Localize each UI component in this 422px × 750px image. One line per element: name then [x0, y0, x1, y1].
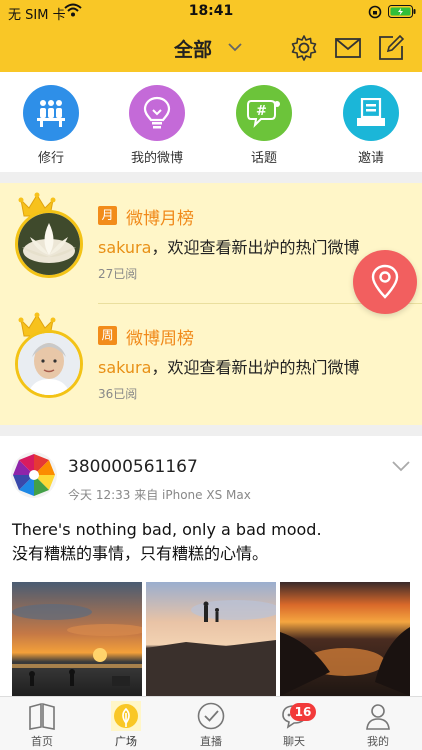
ranking-message: sakura，欢迎查看新出炉的热门微博 [98, 234, 359, 258]
quick-action-my-weibo[interactable]: 我的微博 [115, 85, 199, 166]
people-group-icon [23, 85, 79, 141]
tab-me[interactable]: 我的 [348, 701, 408, 749]
ranking-message-text: ，欢迎查看新出炉的热门微博 [151, 238, 360, 257]
book-icon [29, 702, 55, 730]
svg-text:#: # [256, 104, 267, 119]
weekly-ranking-item[interactable]: 周 微博周榜 sakura，欢迎查看新出炉的热门微博 36已阅 [0, 304, 422, 424]
quick-action-label: 话题 [250, 151, 277, 166]
post-text: There's nothing bad, only a bad mood. 没有… [12, 518, 322, 566]
chevron-down-icon[interactable] [228, 42, 242, 52]
tab-live[interactable]: 直播 [181, 701, 241, 749]
lotus-avatar [15, 210, 83, 278]
post-image[interactable] [12, 582, 142, 696]
ranking-username: sakura [98, 358, 152, 377]
tab-label: 首页 [31, 735, 53, 748]
tab-chat[interactable]: 16 聊天 [264, 701, 324, 749]
post-username[interactable]: 380000561167 [68, 457, 198, 477]
quick-action-label: 修行 [37, 151, 64, 166]
tab-home[interactable]: 首页 [12, 701, 72, 749]
quick-action-label: 我的微博 [130, 151, 183, 166]
battery-icon [388, 5, 416, 18]
month-tag-badge: 月 [98, 206, 117, 225]
ranking-message: sakura，欢迎查看新出炉的热门微博 [98, 354, 359, 378]
quick-action-invite[interactable]: 邀请 [329, 85, 413, 166]
quick-action-label: 邀请 [357, 151, 384, 166]
user-photo-avatar [15, 330, 83, 398]
plaza-leaf-icon [111, 701, 141, 731]
post-meta: 今天 12:33 来自 iPhone XS Max [68, 488, 251, 502]
tab-label: 直播 [200, 735, 222, 748]
mail-envelope-icon[interactable] [334, 34, 362, 62]
unread-badge: 16 [290, 703, 316, 721]
monthly-ranking-title: 微博月榜 [126, 209, 194, 229]
person-icon [366, 704, 390, 730]
lightbulb-icon [129, 85, 185, 141]
read-count: 36已阅 [98, 387, 138, 401]
ranking-section: 月 微博月榜 sakura，欢迎查看新出炉的热门微博 27已阅 周 微博周榜 s… [0, 183, 422, 425]
color-wheel-avatar[interactable] [11, 452, 57, 498]
post-image[interactable] [146, 582, 276, 696]
tab-label: 广场 [115, 735, 137, 748]
tab-label: 聊天 [283, 735, 305, 748]
quick-action-topics[interactable]: # 话题 [222, 85, 306, 166]
compose-edit-icon[interactable] [377, 34, 405, 62]
orientation-lock-icon [368, 5, 382, 19]
clock-time: 18:41 [188, 3, 234, 19]
ranking-message-text: ，欢迎查看新出炉的热门微博 [151, 358, 360, 377]
quick-actions: 修行 我的微博 # 话题 邀请 [0, 72, 422, 172]
post-card[interactable]: 380000561167 今天 12:33 来自 iPhone XS Max T… [0, 436, 422, 696]
hashtag-chat-icon: # [236, 85, 292, 141]
ranking-username: sakura [98, 238, 152, 257]
week-tag-badge: 周 [98, 326, 117, 345]
status-bar: 无 SIM 卡 18:41 [0, 0, 422, 24]
bottom-tab-bar: 首页 广场 直播 16 聊天 我的 [0, 696, 422, 750]
location-floating-button[interactable] [353, 250, 417, 314]
read-count: 27已阅 [98, 267, 138, 281]
settings-gear-icon[interactable] [290, 34, 318, 62]
quick-action-practice[interactable]: 修行 [9, 85, 93, 166]
chevron-down-icon[interactable] [392, 460, 410, 472]
check-circle-icon [197, 702, 225, 730]
post-text-line: There's nothing bad, only a bad mood. [12, 520, 322, 539]
location-pin-icon [371, 264, 399, 299]
top-header: 无 SIM 卡 18:41 全部 [0, 0, 422, 72]
post-text-line: 没有糟糕的事情，只有糟糕的心情。 [12, 544, 269, 563]
invite-card-icon [343, 85, 399, 141]
feed-filter-title[interactable]: 全部 [174, 35, 212, 62]
tab-plaza[interactable]: 广场 [96, 701, 156, 749]
post-image[interactable] [280, 582, 410, 696]
weekly-ranking-title: 微博周榜 [126, 329, 194, 349]
tab-label: 我的 [367, 735, 389, 748]
